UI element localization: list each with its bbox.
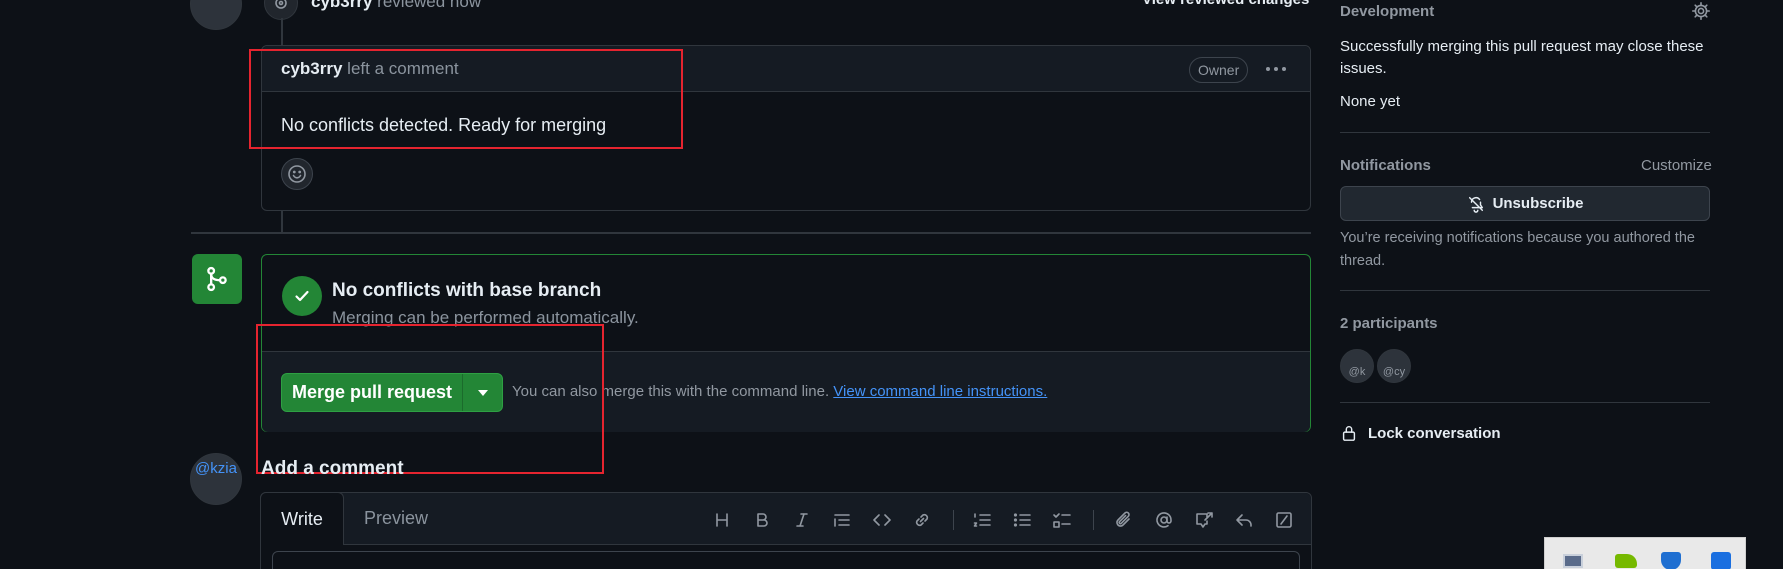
paperclip-icon [1116, 511, 1130, 527]
development-title: Development [1340, 3, 1435, 20]
tab-preview[interactable]: Preview [364, 508, 428, 529]
kebab-horizontal-icon [1266, 67, 1286, 71]
tab-write[interactable]: Write [260, 492, 344, 545]
merge-pull-request-button[interactable]: Merge pull request [282, 374, 463, 411]
mention-button[interactable] [1152, 508, 1176, 532]
git-merge-icon [207, 266, 227, 292]
development-none: None yet [1340, 93, 1401, 110]
timeline-connector [281, 18, 283, 48]
participants-title: 2 participants [1340, 315, 1438, 332]
review-event-line: cyb3rry reviewed now [311, 0, 481, 12]
comment-action: left a comment [347, 59, 459, 78]
notifications-title: Notifications [1340, 157, 1431, 174]
timeline-divider [191, 232, 1311, 234]
unsubscribe-button[interactable]: Unsubscribe [1340, 186, 1710, 221]
tray-app-icon[interactable] [1711, 552, 1731, 569]
lock-conversation-label: Lock conversation [1368, 424, 1501, 442]
merge-icon-badge [192, 254, 242, 304]
notifications-reason: You’re receiving notifications because y… [1340, 230, 1695, 269]
add-reaction-button[interactable] [281, 158, 313, 190]
comment-body: No conflicts detected. Ready for merging [281, 115, 607, 135]
toolbar-divider [1093, 510, 1094, 530]
merge-hint-text: You can also merge this with the command… [512, 383, 830, 400]
owner-badge: Owner [1189, 57, 1249, 83]
review-event-badge [264, 0, 298, 20]
task-list-icon [1053, 513, 1071, 528]
timeline-connector [281, 210, 283, 234]
lock-icon [1342, 426, 1356, 441]
link-button[interactable] [910, 508, 934, 532]
quote-icon [834, 514, 850, 527]
ordered-list-button[interactable] [970, 508, 994, 532]
toolbar-divider [953, 510, 954, 530]
add-comment-heading: Add a comment [261, 458, 404, 479]
heading-icon [716, 513, 728, 527]
saved-replies-button[interactable] [1232, 508, 1256, 532]
sidebar-divider [1340, 402, 1710, 403]
sidebar-divider [1340, 290, 1710, 291]
italic-button[interactable] [790, 508, 814, 532]
merge-status-title: No conflicts with base branch [332, 280, 602, 301]
unsubscribe-label: Unsubscribe [1492, 195, 1584, 212]
italic-icon [796, 513, 808, 527]
development-settings-button[interactable] [1690, 0, 1712, 22]
comment-author[interactable]: cyb3rry [281, 59, 342, 78]
cross-reference-icon [1196, 512, 1213, 528]
view-reviewed-changes-button[interactable]: View reviewed changes [1142, 0, 1309, 8]
merge-button-group: Merge pull request [281, 373, 503, 412]
merge-hint: You can also merge this with the command… [512, 383, 1047, 400]
task-list-button[interactable] [1050, 508, 1074, 532]
tray-nvidia-icon[interactable] [1615, 554, 1637, 568]
slash-icon [1276, 512, 1292, 528]
reviewer-avatar[interactable] [190, 0, 242, 30]
sidebar-divider [1340, 132, 1710, 133]
slash-commands-button[interactable] [1272, 508, 1296, 532]
tray-device-icon[interactable] [1563, 554, 1583, 568]
reply-icon [1236, 514, 1252, 527]
participant-avatar[interactable]: @cy [1377, 349, 1411, 383]
triangle-down-icon [477, 389, 488, 396]
comment-options-button[interactable] [1262, 58, 1290, 80]
mention-icon [1156, 512, 1172, 528]
attach-file-button[interactable] [1112, 508, 1136, 532]
lock-conversation-button[interactable]: Lock conversation [1340, 424, 1501, 442]
development-description: Successfully merging this pull request m… [1340, 38, 1704, 77]
eye-icon [275, 0, 287, 9]
tray-security-icon[interactable] [1661, 552, 1681, 569]
unordered-list-button[interactable] [1010, 508, 1034, 532]
system-tray-popup [1544, 537, 1746, 569]
gear-icon [1692, 1, 1710, 20]
cross-reference-button[interactable] [1192, 508, 1216, 532]
current-user-avatar-alt: @kzia [195, 460, 237, 477]
merge-status-subtitle: Merging can be performed automatically. [332, 308, 639, 327]
merge-method-dropdown-button[interactable] [463, 374, 502, 411]
smiley-icon [288, 165, 306, 183]
bell-slash-icon [1468, 196, 1483, 213]
unordered-list-icon [1013, 513, 1031, 527]
bold-icon [757, 513, 768, 527]
ordered-list-icon [973, 513, 991, 527]
code-icon [873, 514, 891, 526]
comment-header-line: cyb3rry left a comment [281, 59, 459, 79]
check-circle-badge [282, 276, 322, 316]
customize-notifications-link[interactable]: Customize [1641, 157, 1712, 174]
participant-avatar[interactable]: @k [1340, 349, 1374, 383]
bold-button[interactable] [750, 508, 774, 532]
code-button[interactable] [870, 508, 894, 532]
editor-textarea[interactable] [272, 551, 1300, 569]
check-icon [295, 290, 309, 302]
heading-button[interactable] [710, 508, 734, 532]
current-user-avatar[interactable]: @kzia [190, 453, 242, 505]
link-icon [915, 513, 929, 527]
quote-button[interactable] [830, 508, 854, 532]
participant-avatar-alt: @k [1348, 366, 1366, 378]
participant-avatar-alt: @cy [1382, 366, 1406, 378]
command-line-instructions-link[interactable]: View command line instructions. [833, 383, 1047, 400]
review-author[interactable]: cyb3rry [311, 0, 372, 11]
review-action: reviewed now [377, 0, 482, 11]
